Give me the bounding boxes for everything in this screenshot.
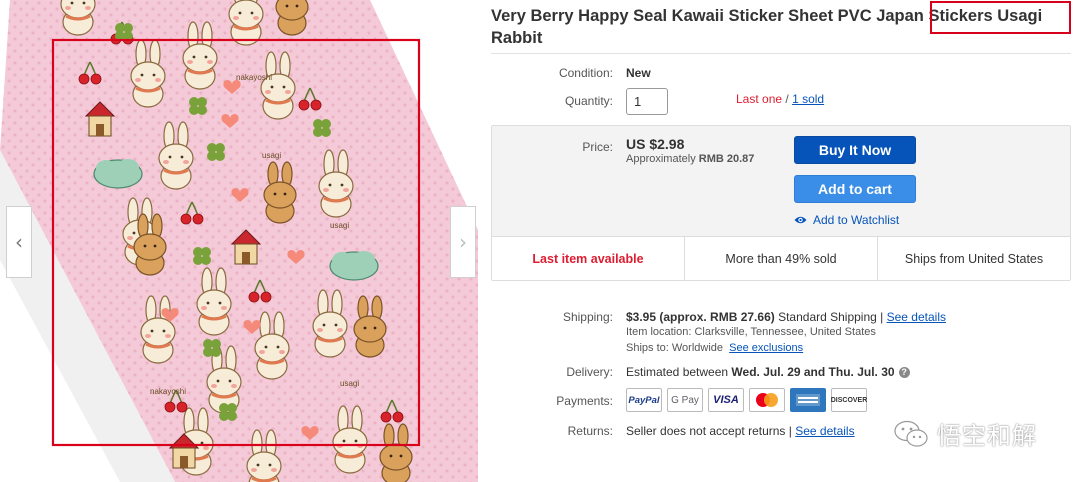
shipping-approx: (approx. RMB 27.66)	[659, 310, 775, 324]
condition-label: Condition:	[558, 66, 613, 80]
chevron-left-icon: ‹	[15, 230, 23, 254]
google-pay-icon: G Pay	[667, 388, 703, 412]
wechat-icon	[894, 420, 928, 447]
price-label: Price:	[582, 140, 613, 154]
item-location: Item location: Clarksville, Tennessee, U…	[626, 326, 876, 338]
title-annotation-box	[930, 1, 1071, 34]
price-value: US $2.98	[626, 136, 685, 152]
highlight-percent-sold: More than 49% sold	[685, 237, 878, 280]
returns-text: Seller does not accept returns	[626, 424, 786, 438]
quantity-input[interactable]	[626, 88, 668, 115]
shipping-divider: |	[876, 310, 887, 324]
sold-count-link[interactable]: 1 sold	[792, 92, 824, 106]
add-to-watchlist-link[interactable]: Add to Watchlist	[794, 213, 899, 227]
price-approx-value: RMB 20.87	[698, 153, 755, 165]
next-image-button[interactable]: ›	[450, 206, 476, 278]
watchlist-label: Add to Watchlist	[813, 213, 900, 227]
price-approx-prefix: Approximately	[626, 153, 699, 165]
sticker-word: usagi	[340, 379, 359, 388]
shipping-cost: $3.95	[626, 310, 657, 324]
sticker-word: nakayoshi	[150, 387, 186, 396]
sticker-word: usagi	[262, 151, 281, 160]
delivery-label: Delivery:	[566, 365, 613, 379]
info-icon[interactable]: ?	[898, 367, 910, 379]
quantity-label: Quantity:	[564, 94, 613, 108]
ships-to: Ships to: Worldwide See exclusions	[626, 342, 803, 354]
watermark: 悟空和解	[893, 416, 1037, 451]
returns-policy: Seller does not accept returns | See det…	[626, 424, 855, 438]
eye-icon	[794, 216, 807, 224]
condition-value: New	[626, 66, 651, 80]
availability: Last one / 1 sold	[736, 92, 824, 106]
payments-label: Payments:	[556, 394, 613, 408]
paypal-icon: PayPal	[626, 388, 662, 412]
chevron-right-icon: ›	[459, 230, 467, 254]
price-approx: Approximately RMB 20.87	[626, 153, 754, 165]
payment-methods: PayPal G Pay VISA DISCOVER	[626, 388, 867, 412]
ships-to-text: Ships to: Worldwide	[626, 342, 724, 354]
product-image[interactable]: nakayoshi usagi usagi usagi nakayoshi	[0, 0, 478, 482]
availability-separator: /	[782, 92, 793, 106]
returns-see-details-link[interactable]: See details	[795, 424, 854, 438]
shipping-method: Standard Shipping	[778, 310, 877, 324]
highlights-strip: Last item available More than 49% sold S…	[492, 236, 1070, 280]
sticker-word: usagi	[330, 221, 349, 230]
add-to-cart-button[interactable]: Add to cart	[794, 175, 916, 203]
american-express-icon	[790, 388, 826, 412]
product-image-panel: nakayoshi usagi usagi usagi nakayoshi ‹ …	[0, 0, 478, 482]
shipping-label: Shipping:	[562, 310, 613, 324]
shipping-line: $3.95 (approx. RMB 27.66) Standard Shipp…	[626, 310, 946, 324]
returns-label: Returns:	[567, 424, 613, 438]
shipping-see-details-link[interactable]: See details	[887, 310, 946, 324]
watermark-text: 悟空和解	[937, 422, 1037, 450]
returns-divider: |	[785, 424, 796, 438]
buy-it-now-button[interactable]: Buy It Now	[794, 136, 916, 164]
mastercard-icon	[749, 388, 785, 412]
highlight-last-item: Last item available	[492, 237, 685, 280]
discover-icon: DISCOVER	[831, 388, 867, 412]
delivery-estimate: Estimated between Wed. Jul. 29 and Thu. …	[626, 365, 910, 379]
previous-image-button[interactable]: ‹	[6, 206, 32, 278]
sticker-word: nakayoshi	[236, 73, 272, 82]
highlight-ships-from: Ships from United States	[904, 251, 1044, 266]
see-exclusions-link[interactable]: See exclusions	[729, 342, 803, 354]
last-one-text: Last one	[736, 92, 783, 106]
delivery-dates: Wed. Jul. 29 and Thu. Jul. 30	[731, 365, 895, 379]
delivery-prefix: Estimated between	[626, 365, 732, 379]
visa-icon: VISA	[708, 388, 744, 412]
title-divider	[491, 53, 1071, 54]
